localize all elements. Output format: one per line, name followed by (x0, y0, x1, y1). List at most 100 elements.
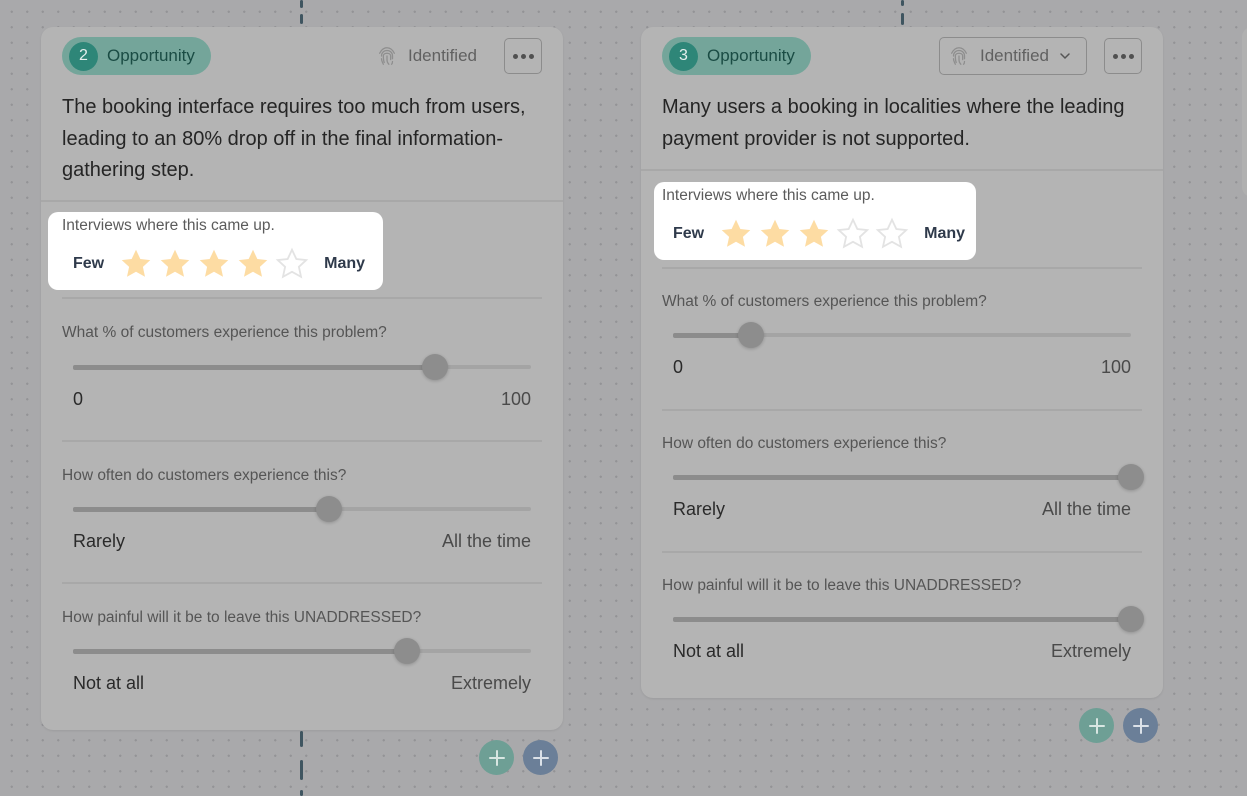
star-filled-icon[interactable] (718, 216, 754, 252)
rating-min-label: Few (73, 255, 105, 272)
interviews-rating-box: Interviews where this came up. Few Many (48, 212, 383, 290)
tree-connector (300, 760, 303, 780)
star-filled-icon[interactable] (196, 246, 232, 282)
question-section: What % of customers experience this prob… (62, 297, 542, 442)
opportunity-description: The booking interface requires too much … (62, 96, 526, 181)
slider-fill (73, 507, 330, 512)
status-dropdown[interactable]: Identified (939, 37, 1087, 75)
slider-max-label: 100 (1100, 357, 1131, 377)
chevron-down-icon (1060, 53, 1070, 60)
add-sibling-button[interactable] (1123, 708, 1158, 743)
tree-connector (300, 14, 303, 24)
slider-thumb[interactable] (1118, 464, 1144, 490)
slider-thumb[interactable] (316, 496, 343, 522)
rating-title: Interviews where this came up. (662, 187, 875, 204)
header-divider (641, 169, 1163, 171)
more-options-button[interactable] (504, 38, 542, 74)
star-filled-icon[interactable] (796, 216, 832, 252)
question-label: How painful will it be to leave this UNA… (662, 577, 1022, 594)
question-label: How often do customers experience this? (62, 467, 347, 484)
opportunity-card: 2 Opportunity Identified The booking int… (41, 27, 563, 730)
section-divider (662, 267, 1142, 269)
opportunity-number: 3 (669, 41, 698, 71)
frequency-slider[interactable] (73, 496, 531, 522)
question-label: What % of customers experience this prob… (662, 293, 987, 310)
rating-max-label: Many (924, 225, 966, 242)
question-label: How often do customers experience this? (662, 435, 947, 452)
opportunity-badge: 2 Opportunity (62, 37, 211, 75)
slider-min-label: Rarely (673, 499, 726, 519)
more-dot (1128, 53, 1134, 59)
question-section: How often do customers experience this? … (62, 440, 542, 585)
star-filled-icon[interactable] (757, 216, 793, 252)
more-dot (528, 53, 534, 59)
question-label: How painful will it be to leave this UNA… (62, 609, 422, 626)
interviews-rating-box: Interviews where this came up. Few Many (654, 182, 976, 260)
slider-fill (673, 617, 1131, 622)
rating-title: Interviews where this came up. (62, 217, 275, 234)
add-child-button[interactable] (1079, 708, 1114, 743)
more-dot (512, 53, 518, 59)
frequency-slider[interactable] (673, 464, 1144, 490)
question-label: What % of customers experience this prob… (62, 324, 387, 341)
status-label: Identified (408, 46, 477, 65)
slider-max-label: Extremely (450, 673, 531, 693)
percent-customers-slider[interactable] (73, 354, 531, 380)
section-divider (62, 582, 542, 584)
star-empty-icon[interactable] (874, 216, 910, 252)
pain-slider[interactable] (73, 638, 531, 664)
plus-icon (488, 749, 505, 766)
opportunity-badge: 3 Opportunity (662, 37, 811, 75)
question-section: How often do customers experience this? … (662, 409, 1144, 554)
more-dot (1120, 53, 1126, 59)
opportunity-type-label: Opportunity (107, 46, 195, 65)
slider-thumb[interactable] (1118, 606, 1144, 632)
rating-max-label: Many (324, 255, 366, 272)
star-filled-icon[interactable] (157, 246, 193, 282)
question-section: How painful will it be to leave this UNA… (62, 582, 542, 727)
section-divider (62, 440, 542, 442)
slider-fill (73, 649, 408, 654)
opportunity-number: 2 (69, 41, 98, 71)
star-rating[interactable] (118, 246, 310, 282)
star-filled-icon[interactable] (235, 246, 271, 282)
rating-min-label: Few (673, 225, 705, 242)
more-dot (1112, 53, 1118, 59)
pain-slider[interactable] (673, 606, 1144, 632)
slider-thumb[interactable] (394, 638, 421, 664)
slider-min-label: Rarely (73, 531, 126, 551)
slider-min-label: 0 (73, 389, 84, 409)
star-filled-icon[interactable] (118, 246, 154, 282)
tree-connector (300, 0, 303, 8)
slider-min-label: Not at all (673, 641, 745, 661)
tree-connector (901, 13, 904, 25)
star-empty-icon[interactable] (274, 246, 310, 282)
percent-customers-slider[interactable] (673, 322, 1131, 348)
tree-connector (300, 731, 303, 747)
fingerprint-icon (379, 47, 395, 65)
slider-fill (673, 475, 1131, 480)
star-rating[interactable] (718, 216, 910, 252)
star-empty-icon[interactable] (835, 216, 871, 252)
slider-min-label: Not at all (73, 673, 145, 693)
opportunity-type-label: Opportunity (707, 46, 795, 65)
more-options-button[interactable] (1104, 38, 1142, 74)
question-section: What % of customers experience this prob… (662, 267, 1142, 412)
add-child-button[interactable] (479, 740, 514, 775)
slider-thumb[interactable] (421, 354, 448, 380)
tree-connector (901, 0, 904, 6)
fingerprint-icon (951, 47, 967, 65)
status-indicator[interactable]: Identified (376, 37, 477, 75)
plus-icon (532, 749, 549, 766)
slider-thumb[interactable] (737, 322, 764, 348)
status-label: Identified (980, 46, 1049, 65)
slider-min-label: 0 (673, 357, 684, 377)
question-section: How painful will it be to leave this UNA… (662, 551, 1144, 696)
slider-max-label: Extremely (1050, 641, 1131, 661)
more-dot (520, 53, 526, 59)
add-sibling-button[interactable] (523, 740, 558, 775)
opportunity-description: Many users a booking in localities where… (662, 96, 1125, 150)
section-divider (662, 551, 1142, 553)
offscreen-card-edge (1242, 27, 1247, 197)
tree-connector (300, 790, 303, 796)
